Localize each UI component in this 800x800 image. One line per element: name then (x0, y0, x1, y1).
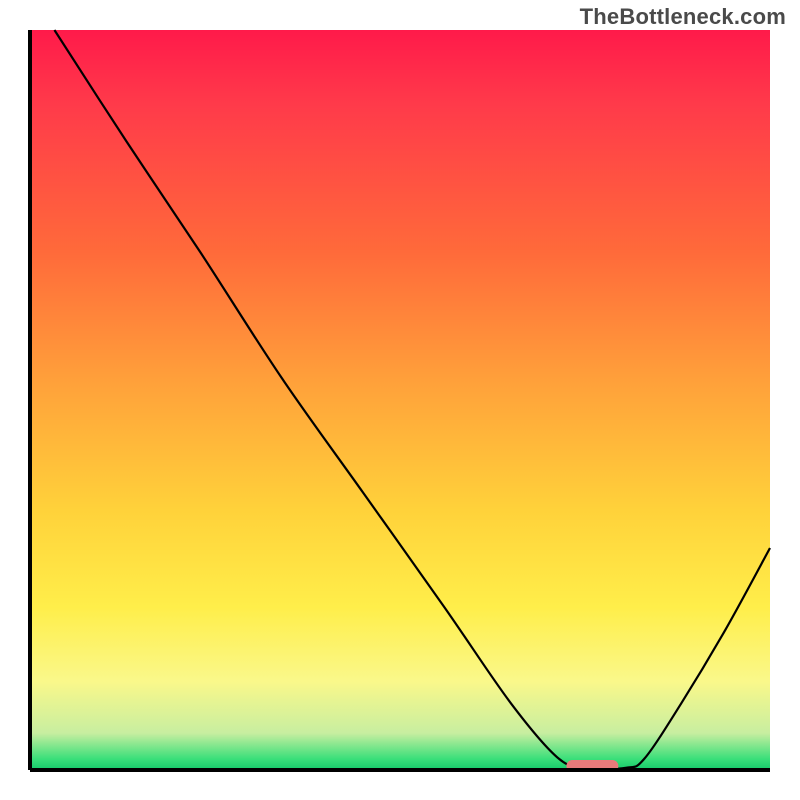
bottleneck-chart: TheBottleneck.com (0, 0, 800, 800)
chart-svg (0, 0, 800, 800)
plot-background (30, 30, 770, 770)
watermark-text: TheBottleneck.com (580, 4, 786, 30)
